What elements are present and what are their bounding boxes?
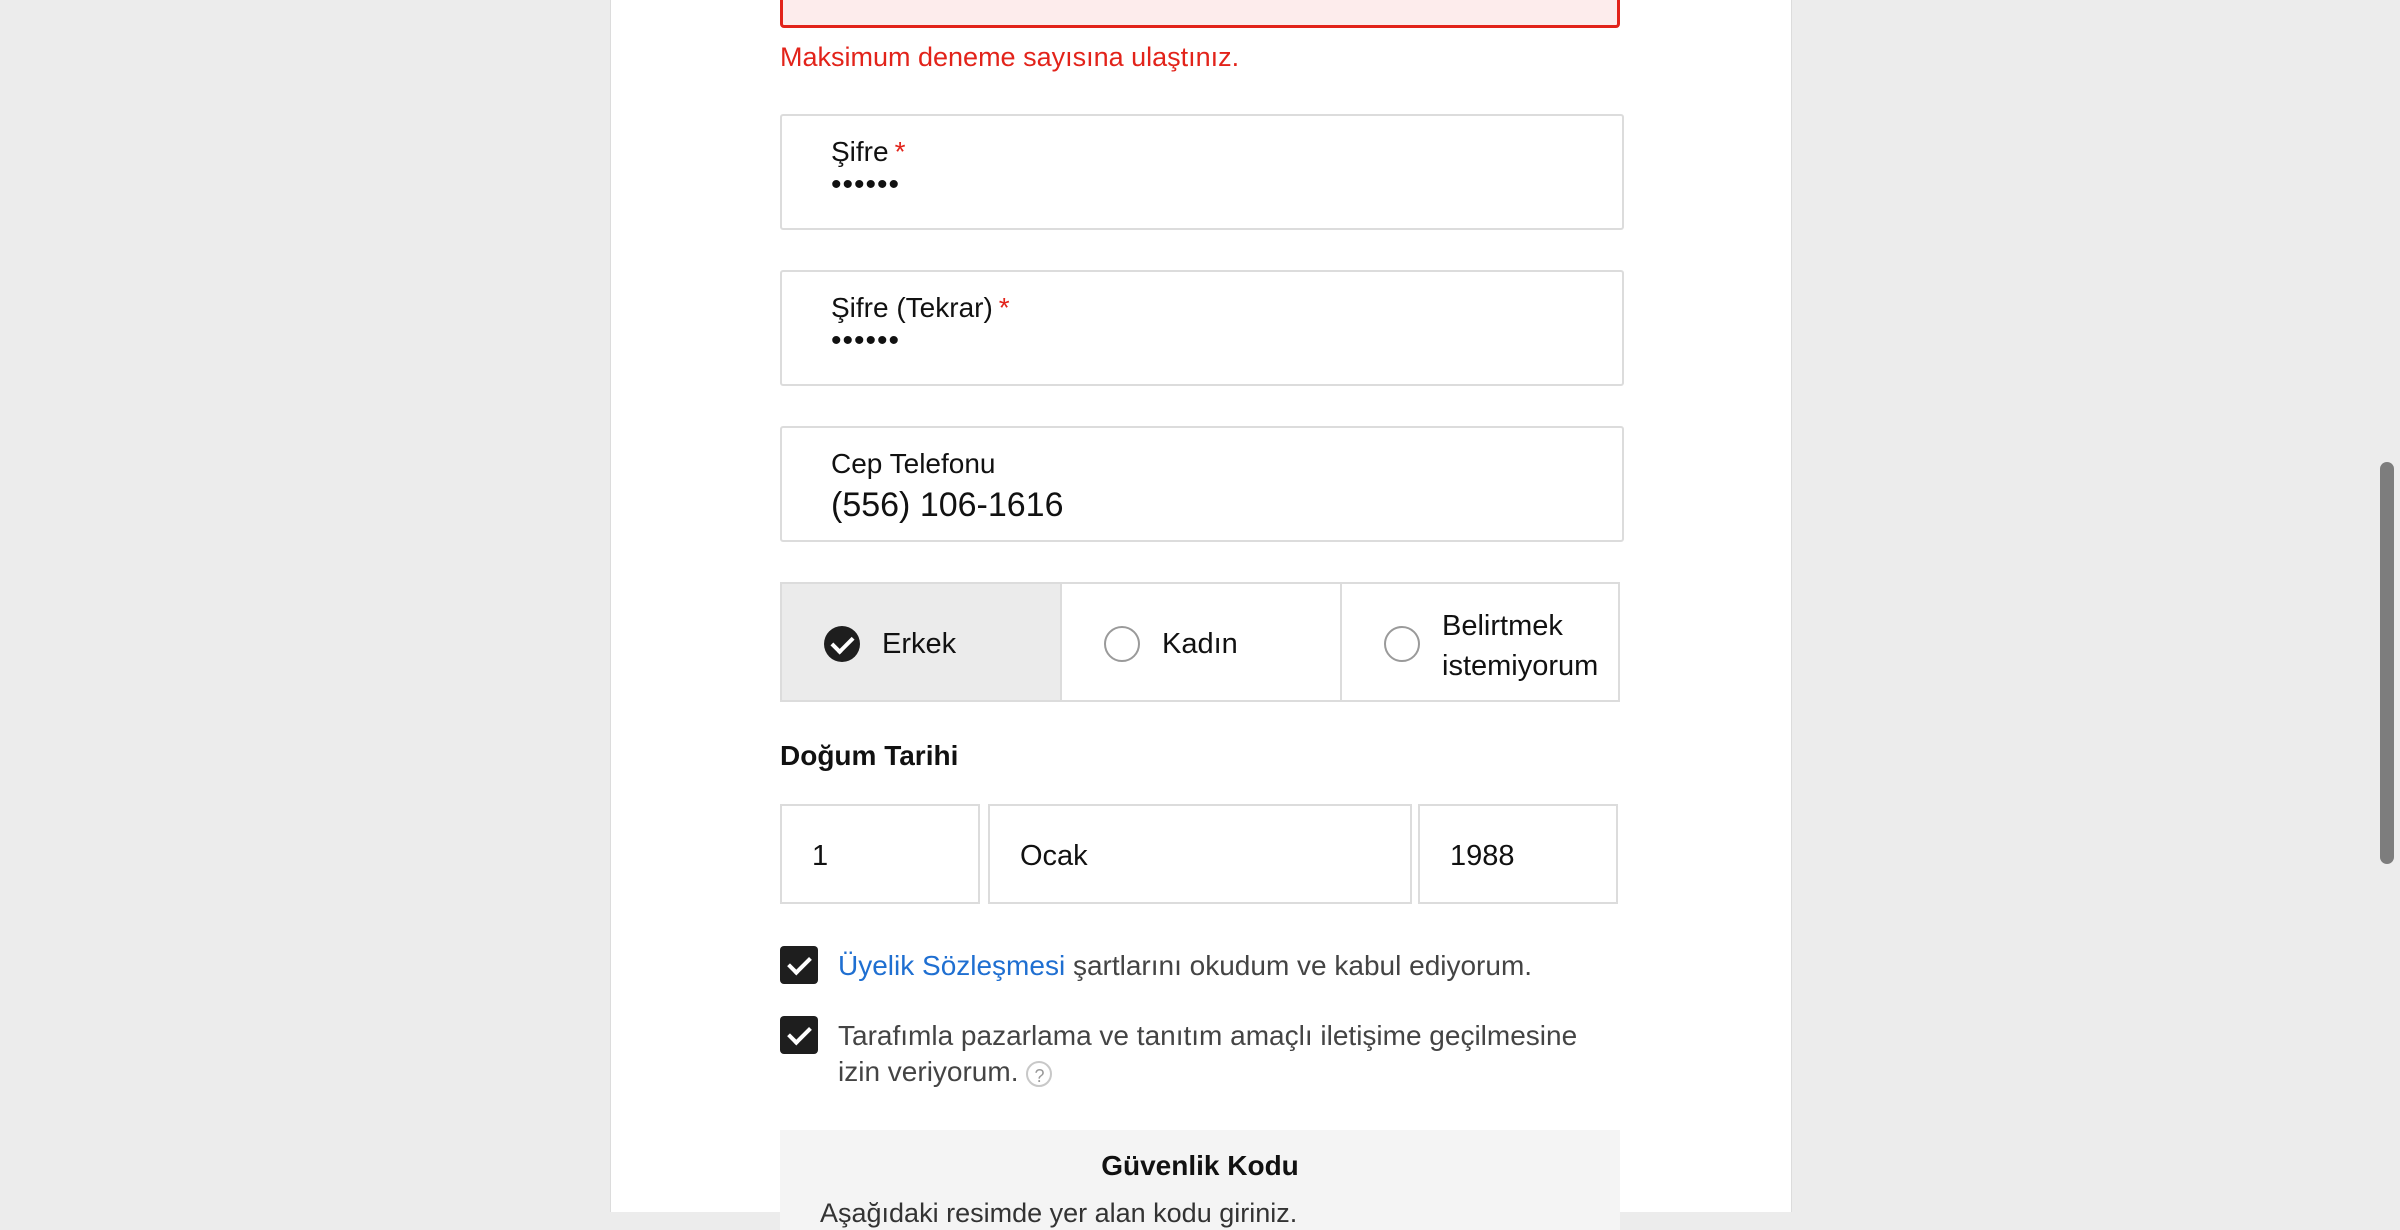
captcha-description: Aşağıdaki resimde yer alan kodu giriniz. (820, 1198, 1298, 1228)
radio-checked-icon (824, 626, 860, 662)
gender-option-belirtmek-istemiyorum[interactable]: Belirtmek istemiyorum (1340, 582, 1620, 702)
gender-option-kadin[interactable]: Kadın (1060, 582, 1342, 702)
marketing-checkbox[interactable] (780, 1016, 818, 1054)
help-icon[interactable]: ? (1026, 1060, 1053, 1087)
gender-option-label: Kadın (1162, 628, 1238, 660)
email-error-message: Maksimum deneme sayısına ulaştınız. (780, 42, 1240, 72)
marketing-text: Tarafımla pazarlama ve tanıtım amaçlı il… (838, 1020, 1578, 1087)
radio-unchecked-icon (1384, 626, 1420, 662)
password-label: Şifre * (831, 136, 906, 167)
terms-text: Üyelik Sözleşmesi şartlarını okudum ve k… (838, 950, 1533, 981)
gender-option-erkek[interactable]: Erkek (780, 582, 1062, 702)
captcha-title: Güvenlik Kodu (1101, 1150, 1299, 1181)
captcha-section: Güvenlik Kodu Aşağıdaki resimde yer alan… (780, 1130, 1620, 1230)
scrollbar-thumb[interactable] (2380, 462, 2394, 864)
birth-day-select[interactable]: 1 (780, 804, 980, 904)
required-mark: * (894, 136, 906, 167)
required-mark: * (998, 292, 1010, 323)
email-field[interactable]: ...@... (780, 0, 1620, 28)
password-repeat-label: Şifre (Tekrar) * (831, 292, 1010, 323)
password-repeat-value: •••••• (831, 324, 901, 357)
password-repeat-field[interactable]: Şifre (Tekrar) * •••••• (780, 270, 1624, 386)
password-field[interactable]: Şifre * •••••• (780, 114, 1624, 230)
birth-year-value: 1988 (1450, 840, 1515, 872)
terms-checkbox[interactable] (780, 946, 818, 984)
terms-link[interactable]: Üyelik Sözleşmesi (838, 950, 1065, 981)
gender-selector: Erkek Kadın Belirtmek istemiyorum (780, 582, 1620, 702)
gender-option-label: Erkek (882, 628, 957, 660)
email-value: ...@... (827, 0, 902, 1)
radio-unchecked-icon (1104, 626, 1140, 662)
birth-month-value: Ocak (1020, 840, 1088, 872)
phone-field[interactable]: Cep Telefonu (556) 106-1616 (780, 426, 1624, 542)
birth-day-value: 1 (812, 840, 829, 872)
birthdate-heading: Doğum Tarihi (780, 740, 959, 771)
password-value: •••••• (831, 168, 901, 201)
gender-option-label: Belirtmek istemiyorum (1442, 610, 1599, 682)
phone-value: (556) 106-1616 (831, 486, 1064, 524)
phone-label: Cep Telefonu (831, 448, 996, 479)
birth-year-select[interactable]: 1988 (1418, 804, 1618, 904)
birth-month-select[interactable]: Ocak (988, 804, 1412, 904)
